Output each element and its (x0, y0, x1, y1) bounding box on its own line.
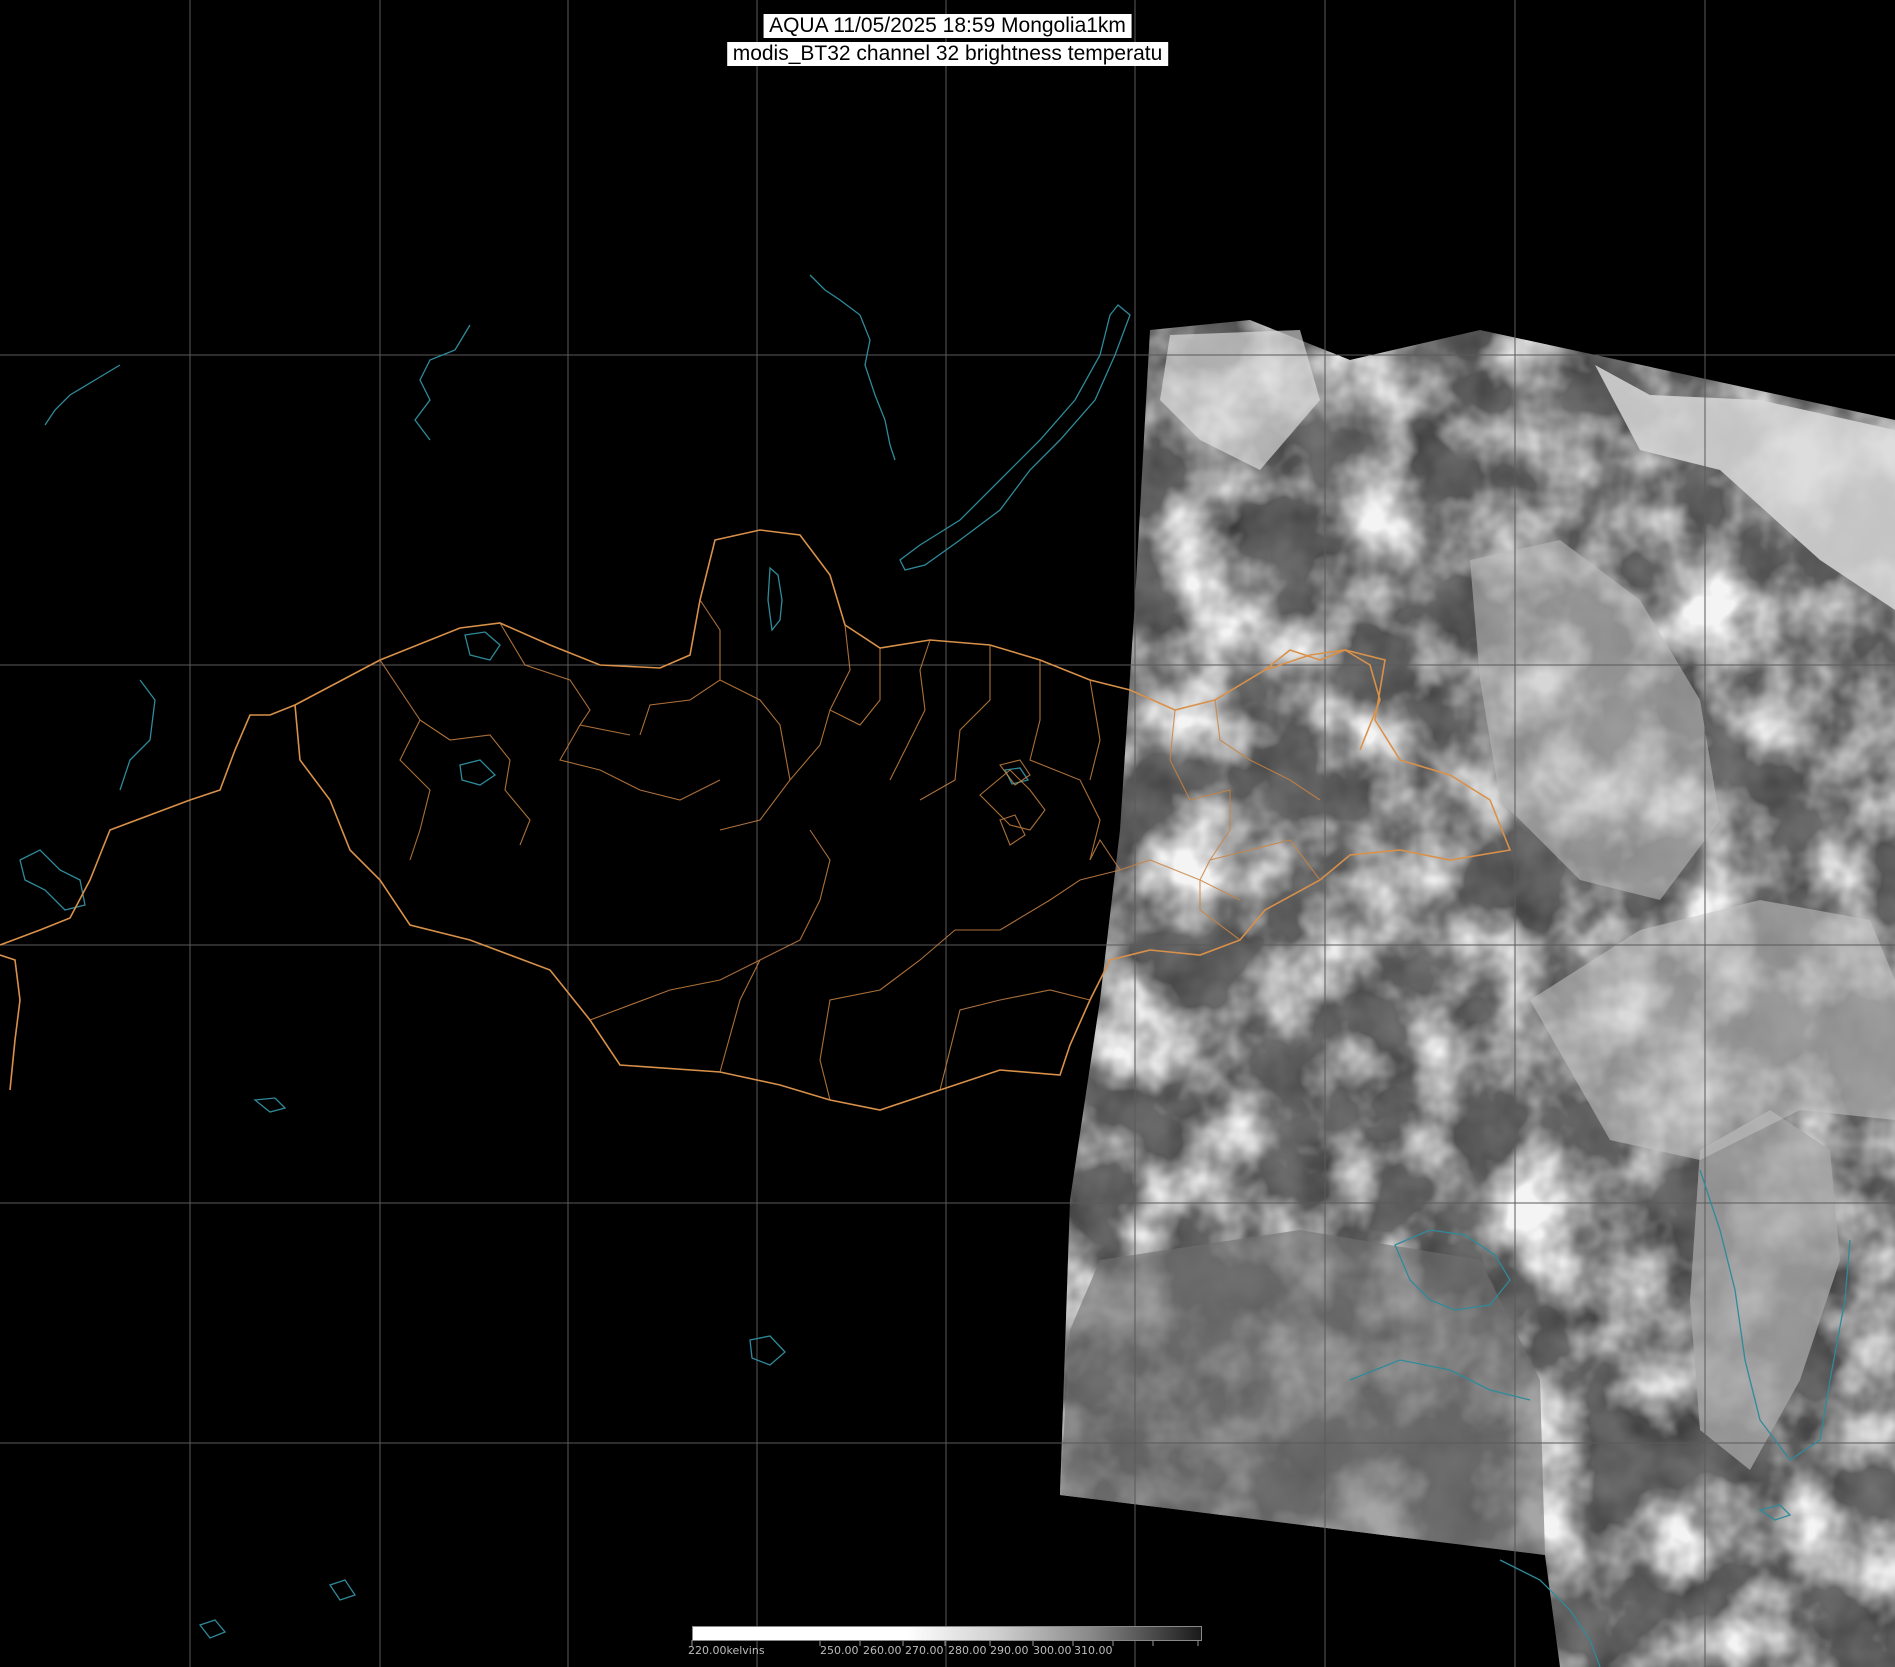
colorbar-label: 270.00 (905, 1644, 944, 1657)
satellite-map (0, 0, 1895, 1667)
lake-small-3 (328, 1579, 357, 1601)
colorbar-label-min: 220.00kelvins (688, 1644, 765, 1657)
colorbar-label: 260.00 (863, 1644, 902, 1657)
colorbar-label: 290.00 (990, 1644, 1029, 1657)
river-west (414, 324, 471, 441)
colorbar-label: 250.00 (820, 1644, 859, 1657)
satellite-swath (1060, 320, 1895, 1667)
lake-uvs (464, 631, 501, 661)
west-border-kazakh (0, 704, 296, 946)
colorbar-labels: 220.00kelvins 250.00 260.00 270.00 280.0… (688, 1644, 1208, 1660)
lake-small-1 (253, 1097, 287, 1113)
colorbar-label: 280.00 (948, 1644, 987, 1657)
colorbar (692, 1626, 1202, 1641)
lake-khyargas (459, 759, 497, 786)
lake-baikal (899, 304, 1131, 571)
river-northwest (44, 364, 121, 426)
colorbar-label-max: 310.00 (1074, 1644, 1113, 1657)
lakes-and-rivers (19, 274, 1131, 1639)
lake-small-4 (198, 1619, 227, 1639)
colorbar-label: 300.00 (1033, 1644, 1072, 1657)
map-subtitle: modis_BT32 channel 32 brightness tempera… (726, 42, 1169, 66)
lake-small-2 (749, 1335, 786, 1366)
river-angara (809, 274, 896, 461)
river-altai (119, 679, 156, 791)
far-west-border (0, 954, 21, 1091)
yellow-sea-surface (1060, 1230, 1545, 1555)
lake-khuvsgul (767, 566, 783, 632)
map-title: AQUA 11/05/2025 18:59 Mongolia1km (763, 14, 1132, 38)
lake-zaysan (19, 849, 86, 911)
